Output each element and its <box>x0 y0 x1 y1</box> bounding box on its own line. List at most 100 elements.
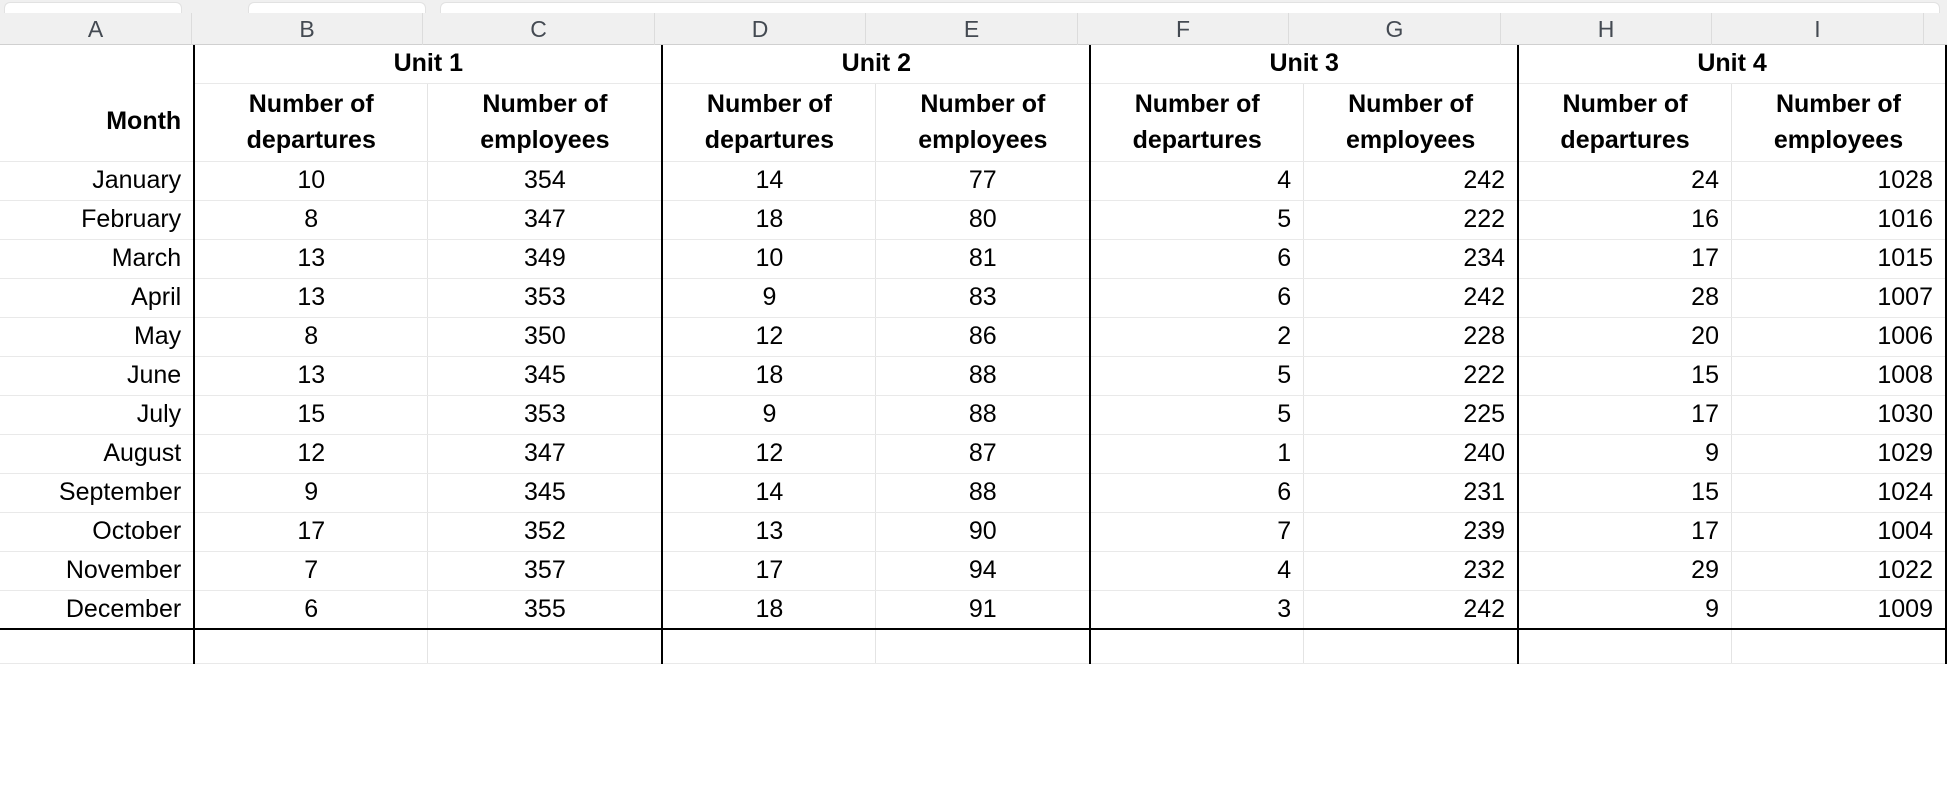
month-cell[interactable]: July <box>0 395 196 435</box>
month-cell[interactable]: June <box>0 356 196 396</box>
unit3-departures-cell[interactable]: 5 <box>1090 356 1305 396</box>
unit2-employees-cell[interactable]: 80 <box>875 200 1092 240</box>
unit-title-1[interactable]: Unit 1 <box>194 45 664 84</box>
unit4-departures-cell[interactable]: 17 <box>1518 239 1732 279</box>
month-cell[interactable]: September <box>0 473 196 513</box>
empty-cell[interactable] <box>194 629 429 664</box>
unit3-employees-cell[interactable]: 242 <box>1303 590 1520 630</box>
unit3-employees-cell[interactable]: 239 <box>1303 512 1520 552</box>
unit1-departures-cell[interactable]: 8 <box>194 317 429 357</box>
unit4-employees-cell[interactable]: 1028 <box>1731 161 1947 201</box>
month-cell[interactable]: November <box>0 551 196 591</box>
month-column-header[interactable]: Month <box>0 83 196 162</box>
unit4-employees-cell[interactable]: 1008 <box>1731 356 1947 396</box>
unit4-employees-cell[interactable]: 1004 <box>1731 512 1947 552</box>
unit1-departures-cell[interactable]: 10 <box>194 161 429 201</box>
unit1-departures-cell[interactable]: 17 <box>194 512 429 552</box>
unit2-employees-cell[interactable]: 83 <box>875 278 1092 318</box>
cell-a1[interactable] <box>0 45 196 83</box>
column-header-e[interactable]: E <box>866 13 1078 45</box>
unit4-departures-cell[interactable]: 9 <box>1518 434 1732 474</box>
unit4-departures-cell[interactable]: 28 <box>1518 278 1732 318</box>
unit3-employees-cell[interactable]: 232 <box>1303 551 1520 591</box>
unit4-departures-cell[interactable]: 17 <box>1518 512 1732 552</box>
unit2-departures-cell[interactable]: 10 <box>662 239 877 279</box>
unit1-employees-cell[interactable]: 347 <box>427 200 664 240</box>
unit1-departures-cell[interactable]: 7 <box>194 551 429 591</box>
unit3-departures-cell[interactable]: 1 <box>1090 434 1305 474</box>
column-header-b[interactable]: B <box>192 13 423 45</box>
unit3-employees-cell[interactable]: 240 <box>1303 434 1520 474</box>
unit3-departures-cell[interactable]: 6 <box>1090 239 1305 279</box>
unit3-employees-cell[interactable]: 234 <box>1303 239 1520 279</box>
unit2-employees-cell[interactable]: 88 <box>875 356 1092 396</box>
unit1-employees-cell[interactable]: 353 <box>427 395 664 435</box>
unit4-departures-cell[interactable]: 9 <box>1518 590 1732 630</box>
column-header-g[interactable]: G <box>1289 13 1501 45</box>
column-header-a[interactable]: A <box>0 13 192 45</box>
header-unit4-employees[interactable]: Number of employees <box>1731 83 1947 162</box>
unit2-employees-cell[interactable]: 90 <box>875 512 1092 552</box>
unit3-departures-cell[interactable]: 5 <box>1090 395 1305 435</box>
unit4-departures-cell[interactable]: 15 <box>1518 356 1732 396</box>
month-cell[interactable]: March <box>0 239 196 279</box>
unit3-departures-cell[interactable]: 7 <box>1090 512 1305 552</box>
unit2-employees-cell[interactable]: 88 <box>875 473 1092 513</box>
column-header-d[interactable]: D <box>655 13 866 45</box>
empty-cell[interactable] <box>0 629 196 664</box>
unit4-departures-cell[interactable]: 17 <box>1518 395 1732 435</box>
header-unit1-employees[interactable]: Number of employees <box>427 83 664 162</box>
unit2-departures-cell[interactable]: 12 <box>662 317 877 357</box>
unit1-departures-cell[interactable]: 9 <box>194 473 429 513</box>
month-cell[interactable]: January <box>0 161 196 201</box>
unit4-departures-cell[interactable]: 15 <box>1518 473 1732 513</box>
unit1-employees-cell[interactable]: 349 <box>427 239 664 279</box>
unit1-employees-cell[interactable]: 345 <box>427 473 664 513</box>
unit3-departures-cell[interactable]: 3 <box>1090 590 1305 630</box>
unit2-employees-cell[interactable]: 86 <box>875 317 1092 357</box>
month-cell[interactable]: October <box>0 512 196 552</box>
header-unit2-employees[interactable]: Number of employees <box>875 83 1092 162</box>
unit4-employees-cell[interactable]: 1030 <box>1731 395 1947 435</box>
unit3-departures-cell[interactable]: 6 <box>1090 473 1305 513</box>
header-unit4-departures[interactable]: Number of departures <box>1518 83 1732 162</box>
unit1-employees-cell[interactable]: 355 <box>427 590 664 630</box>
unit3-employees-cell[interactable]: 222 <box>1303 200 1520 240</box>
empty-cell[interactable] <box>1518 629 1732 664</box>
unit2-departures-cell[interactable]: 18 <box>662 200 877 240</box>
unit3-employees-cell[interactable]: 228 <box>1303 317 1520 357</box>
month-cell[interactable]: April <box>0 278 196 318</box>
unit2-departures-cell[interactable]: 18 <box>662 590 877 630</box>
column-header-h[interactable]: H <box>1501 13 1712 45</box>
unit4-departures-cell[interactable]: 16 <box>1518 200 1732 240</box>
unit2-departures-cell[interactable]: 18 <box>662 356 877 396</box>
empty-cell[interactable] <box>662 629 877 664</box>
unit4-employees-cell[interactable]: 1015 <box>1731 239 1947 279</box>
unit3-employees-cell[interactable]: 242 <box>1303 278 1520 318</box>
unit1-departures-cell[interactable]: 15 <box>194 395 429 435</box>
unit1-departures-cell[interactable]: 13 <box>194 356 429 396</box>
unit1-departures-cell[interactable]: 12 <box>194 434 429 474</box>
empty-cell[interactable] <box>1303 629 1520 664</box>
unit4-departures-cell[interactable]: 20 <box>1518 317 1732 357</box>
unit2-departures-cell[interactable]: 13 <box>662 512 877 552</box>
unit2-departures-cell[interactable]: 9 <box>662 395 877 435</box>
unit-title-4[interactable]: Unit 4 <box>1518 45 1947 84</box>
unit3-employees-cell[interactable]: 225 <box>1303 395 1520 435</box>
empty-cell[interactable] <box>875 629 1092 664</box>
month-cell[interactable]: August <box>0 434 196 474</box>
unit2-departures-cell[interactable]: 14 <box>662 161 877 201</box>
unit3-employees-cell[interactable]: 242 <box>1303 161 1520 201</box>
header-unit2-departures[interactable]: Number of departures <box>662 83 877 162</box>
unit1-departures-cell[interactable]: 8 <box>194 200 429 240</box>
unit2-employees-cell[interactable]: 77 <box>875 161 1092 201</box>
unit3-departures-cell[interactable]: 2 <box>1090 317 1305 357</box>
empty-cell[interactable] <box>427 629 664 664</box>
unit4-employees-cell[interactable]: 1009 <box>1731 590 1947 630</box>
unit2-departures-cell[interactable]: 17 <box>662 551 877 591</box>
unit1-departures-cell[interactable]: 6 <box>194 590 429 630</box>
unit3-employees-cell[interactable]: 231 <box>1303 473 1520 513</box>
unit4-departures-cell[interactable]: 24 <box>1518 161 1732 201</box>
ribbon-tab-1[interactable] <box>4 2 182 13</box>
unit4-employees-cell[interactable]: 1006 <box>1731 317 1947 357</box>
